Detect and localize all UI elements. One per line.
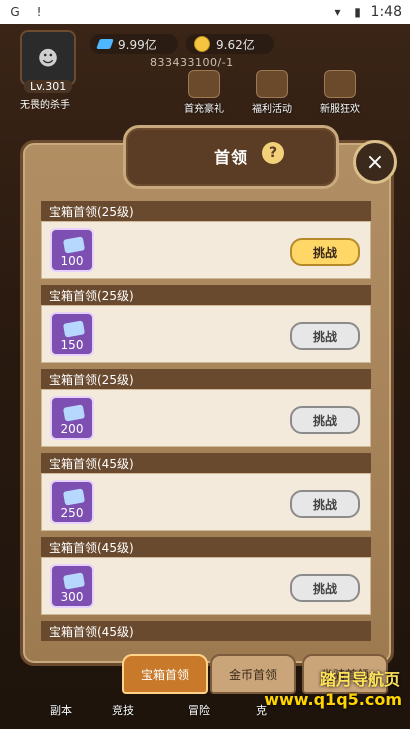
wifi-icon: ▾	[334, 5, 341, 19]
item-header: 宝箱首领(25级)	[41, 369, 371, 389]
list-item: 宝箱首领(25级) 150 挑战	[41, 285, 371, 363]
activity-label: 新服狂欢	[320, 104, 360, 115]
activity-label: 福利活动	[252, 104, 292, 115]
sparkle-icon	[62, 488, 86, 506]
challenge-button[interactable]: 挑战	[290, 322, 360, 350]
nav-dungeon[interactable]: 副本	[50, 702, 72, 718]
gem-icon	[96, 39, 114, 49]
list-item: 宝箱首领(25级) 100 挑战	[41, 201, 371, 279]
modal-title: 首领	[213, 148, 248, 167]
item-header: 宝箱首领(25级)	[41, 201, 371, 221]
chest-count: 100	[60, 254, 84, 268]
list-item: 宝箱首领(45级)	[41, 621, 371, 641]
modal-title-plaque: 首领 ?	[123, 125, 339, 189]
activity-first-recharge[interactable]: 首充豪礼	[176, 70, 232, 115]
item-header: 宝箱首领(25级)	[41, 285, 371, 305]
gold-amount: 9.62亿	[216, 37, 255, 52]
nav-arena[interactable]: 竞技	[112, 702, 134, 718]
player-name: 无畏的杀手	[20, 100, 70, 111]
chest-icon: 250	[50, 480, 94, 524]
item-body: 100 挑战	[41, 221, 371, 279]
boss-list: 宝箱首领(25级) 100 挑战 宝箱首领(25级) 150 挑战 宝箱首领(2…	[41, 201, 371, 641]
item-header: 宝箱首领(45级)	[41, 453, 371, 473]
watermark-text: 踏月导航页	[319, 670, 400, 689]
bag-icon	[256, 70, 288, 98]
activity-welfare[interactable]: 福利活动	[244, 70, 300, 115]
item-header: 宝箱首领(45级)	[41, 537, 371, 557]
list-item: 宝箱首领(45级) 300 挑战	[41, 537, 371, 615]
chest-count: 250	[60, 506, 84, 520]
status-bar: G ! ▾ ▮ 1:48	[0, 0, 410, 24]
gold-balance: 9.62亿	[186, 34, 274, 54]
chest-count: 200	[60, 422, 84, 436]
item-body: 300 挑战	[41, 557, 371, 615]
sparkle-icon	[62, 236, 86, 254]
sparkle-icon	[62, 320, 86, 338]
item-body: 250 挑战	[41, 473, 371, 531]
item-body: 200 挑战	[41, 389, 371, 447]
sparkle-icon	[62, 572, 86, 590]
alert-icon: !	[36, 5, 42, 19]
chest-icon: 100	[50, 228, 94, 272]
nav-adventure[interactable]: 冒险	[188, 702, 210, 718]
activities-bar: 首充豪礼 福利活动 新服狂欢	[176, 70, 368, 115]
challenge-button[interactable]: 挑战	[290, 490, 360, 518]
challenge-button[interactable]: 挑战	[290, 406, 360, 434]
item-body: 150 挑战	[41, 305, 371, 363]
chest-count: 150	[60, 338, 84, 352]
close-button[interactable]: ×	[353, 140, 397, 184]
activity-new-server[interactable]: 新服狂欢	[312, 70, 368, 115]
coin-icon	[194, 36, 210, 52]
app-notification-icon: G	[10, 5, 20, 19]
chest-count: 300	[60, 590, 84, 604]
list-item: 宝箱首领(45级) 250 挑战	[41, 453, 371, 531]
gem-balance: 9.99亿	[90, 34, 178, 54]
player-level: Lv.301	[24, 80, 73, 93]
challenge-button[interactable]: 挑战	[290, 238, 360, 266]
gift-icon	[188, 70, 220, 98]
list-item: 宝箱首领(25级) 200 挑战	[41, 369, 371, 447]
trophy-icon	[324, 70, 356, 98]
time-text: 1:48	[370, 4, 402, 20]
sparkle-icon	[62, 404, 86, 422]
battery-icon: ▮	[354, 5, 361, 19]
chest-icon: 300	[50, 564, 94, 608]
gem-amount: 9.99亿	[118, 37, 157, 52]
challenge-button[interactable]: 挑战	[290, 574, 360, 602]
player-avatar[interactable]: ☻	[20, 30, 76, 86]
chest-icon: 150	[50, 312, 94, 356]
help-icon[interactable]: ?	[262, 142, 284, 164]
chest-icon: 200	[50, 396, 94, 440]
boss-modal: 首领 ? 宝箱首领(25级) 100 挑战 宝箱首领(25级) 150 挑战 宝…	[20, 125, 394, 666]
activity-label: 首充豪礼	[184, 104, 224, 115]
item-header: 宝箱首领(45级)	[41, 621, 371, 641]
player-id-text: 833433100/-1	[150, 56, 234, 69]
watermark-url: www.q1q5.com	[264, 690, 402, 709]
